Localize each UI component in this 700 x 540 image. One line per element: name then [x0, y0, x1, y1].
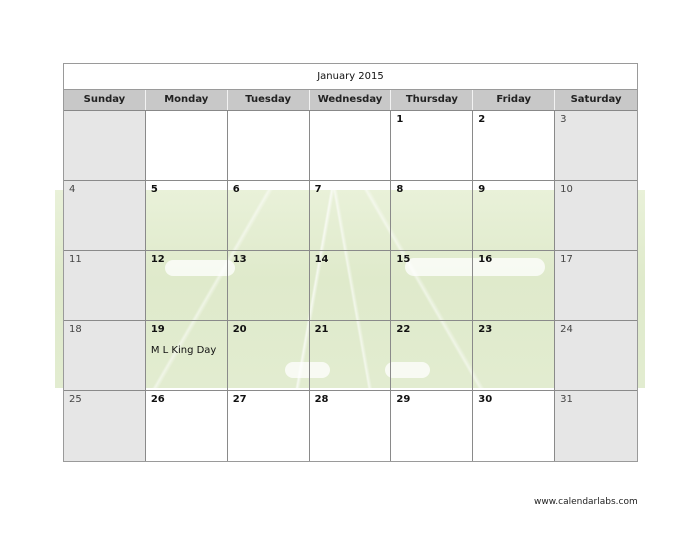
day-number: 19 — [150, 324, 165, 335]
empty-day-cell[interactable] — [227, 111, 310, 181]
day-number: 1 — [396, 114, 404, 125]
day-cell[interactable]: 13 — [227, 251, 310, 321]
day-number: 23 — [478, 324, 493, 335]
weekday-header: Friday — [473, 90, 556, 110]
empty-day-cell[interactable] — [145, 111, 228, 181]
day-cell[interactable]: 29 — [391, 391, 474, 461]
weekday-header: Monday — [146, 90, 228, 110]
day-cell[interactable]: 9 — [473, 181, 556, 251]
empty-day-cell[interactable] — [309, 111, 392, 181]
day-number: 3 — [560, 114, 567, 125]
day-number: 18 — [69, 324, 82, 335]
day-cell[interactable]: 25 — [64, 391, 146, 461]
day-cell[interactable]: 5 — [145, 181, 228, 251]
day-number: 26 — [150, 394, 165, 405]
day-number: 17 — [560, 254, 573, 265]
weekday-header: Sunday — [64, 90, 146, 110]
day-cell[interactable]: 30 — [473, 391, 556, 461]
calendar-title: January 2015 — [64, 64, 637, 90]
weekday-header: Thursday — [391, 90, 474, 110]
day-cell[interactable]: 14 — [309, 251, 392, 321]
day-cell[interactable]: 26 — [145, 391, 228, 461]
day-number: 9 — [478, 184, 486, 195]
weekday-header-row: Sunday Monday Tuesday Wednesday Thursday… — [64, 90, 637, 111]
day-cell[interactable]: 7 — [309, 181, 392, 251]
day-number: 31 — [560, 394, 573, 405]
day-cell[interactable]: 6 — [227, 181, 310, 251]
day-cell[interactable]: 4 — [64, 181, 146, 251]
calendar: January 2015 Sunday Monday Tuesday Wedne… — [63, 63, 638, 462]
day-number: 28 — [314, 394, 329, 405]
day-cell[interactable]: 12 — [145, 251, 228, 321]
day-cell[interactable]: 10 — [555, 181, 637, 251]
day-number: 8 — [396, 184, 404, 195]
day-number: 20 — [232, 324, 247, 335]
day-cell[interactable]: 3 — [555, 111, 637, 181]
day-number: 22 — [396, 324, 411, 335]
day-cell[interactable]: 16 — [473, 251, 556, 321]
day-number: 13 — [232, 254, 247, 265]
weekday-header: Wednesday — [310, 90, 392, 110]
day-number: 21 — [314, 324, 329, 335]
footer-url[interactable]: www.calendarlabs.com — [534, 497, 638, 507]
calendar-grid: 1 2 3 4 5 6 7 8 9 10 11 12 13 14 15 16 17 18 19 M L King Da… — [64, 111, 637, 461]
day-cell[interactable]: 8 — [391, 181, 474, 251]
day-cell[interactable]: 17 — [555, 251, 637, 321]
holiday-label: M L King Day — [150, 345, 217, 356]
day-number: 29 — [396, 394, 411, 405]
day-cell[interactable]: 18 — [64, 321, 146, 391]
day-number: 5 — [150, 184, 158, 195]
day-number: 24 — [560, 324, 573, 335]
day-number: 25 — [69, 394, 82, 405]
day-cell[interactable]: 20 — [227, 321, 310, 391]
day-cell[interactable]: 24 — [555, 321, 637, 391]
day-number: 15 — [396, 254, 411, 265]
day-cell[interactable]: 27 — [227, 391, 310, 461]
day-number: 2 — [478, 114, 486, 125]
day-cell[interactable]: 11 — [64, 251, 146, 321]
day-cell[interactable]: 31 — [555, 391, 637, 461]
day-number: 6 — [232, 184, 240, 195]
day-number: 4 — [69, 184, 76, 195]
day-number: 12 — [150, 254, 165, 265]
day-cell[interactable]: 23 — [473, 321, 556, 391]
day-number: 7 — [314, 184, 322, 195]
day-cell[interactable]: 15 — [391, 251, 474, 321]
day-number: 10 — [560, 184, 573, 195]
weekday-header: Saturday — [570, 94, 622, 105]
weekday-header: Tuesday — [228, 90, 310, 110]
day-cell[interactable]: 2 — [473, 111, 556, 181]
day-number: 30 — [478, 394, 493, 405]
day-cell[interactable]: 1 — [391, 111, 474, 181]
day-cell[interactable]: 22 — [391, 321, 474, 391]
day-cell[interactable]: 28 — [309, 391, 392, 461]
day-number: 11 — [69, 254, 82, 265]
day-number: 14 — [314, 254, 329, 265]
day-number: 27 — [232, 394, 247, 405]
day-number: 16 — [478, 254, 493, 265]
day-cell[interactable]: 21 — [309, 321, 392, 391]
day-cell[interactable]: 19 M L King Day — [145, 321, 228, 391]
empty-day-cell[interactable] — [64, 111, 146, 181]
